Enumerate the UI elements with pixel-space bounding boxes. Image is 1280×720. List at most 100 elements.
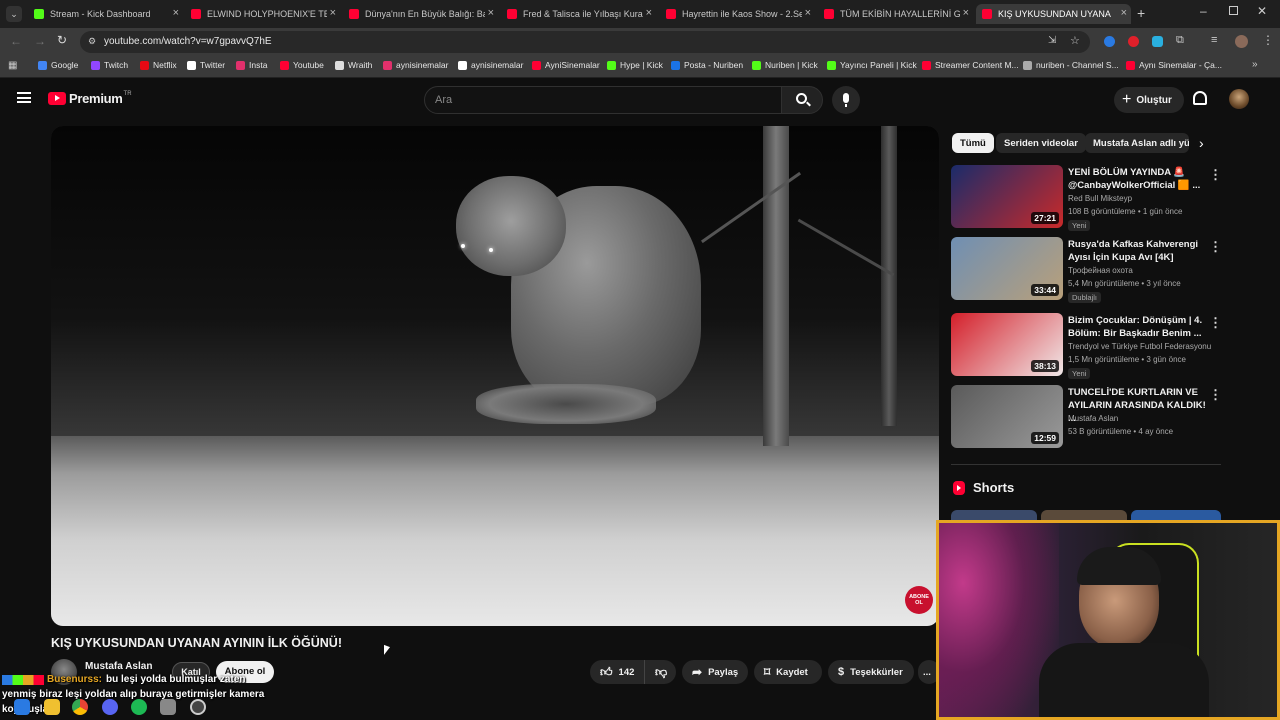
close-tab-icon[interactable]: × [963, 7, 969, 19]
extension-icon-2[interactable] [1128, 36, 1139, 47]
bookmark-item[interactable]: Youtube [280, 60, 324, 70]
hamburger-menu-icon[interactable] [17, 92, 31, 103]
video-thumbnail[interactable]: 33:44 [951, 237, 1063, 300]
browser-tab[interactable]: Fred & Talisca ile Yılbaşı Kurab × [501, 4, 656, 24]
browser-tab[interactable]: Stream - Kick Dashboard × [28, 4, 183, 24]
video-player[interactable]: ABONE OL [51, 126, 939, 626]
minimize-icon[interactable]: – [1200, 4, 1207, 18]
bookmark-favicon-icon [827, 60, 836, 70]
browser-tab[interactable]: Dünya'nın En Büyük Balığı: Bal × [343, 4, 498, 24]
close-tab-icon[interactable]: × [805, 7, 811, 19]
bookmark-item[interactable]: aynisinemalar [458, 60, 523, 70]
back-icon[interactable]: ← [10, 34, 22, 48]
bookmark-item[interactable]: Hype | Kick [607, 60, 663, 70]
extension-icon-3[interactable] [1152, 36, 1163, 47]
bookmark-item[interactable]: Posta - Nuriben [671, 60, 743, 70]
windows-start-icon[interactable] [14, 699, 30, 715]
profile-avatar-icon[interactable] [1235, 35, 1248, 48]
bookmark-item[interactable]: Aynı Sinemalar - Ça... [1126, 60, 1222, 70]
abone-ol-watermark[interactable]: ABONE OL [905, 586, 933, 614]
extensions-puzzle-icon[interactable]: ⧉ [1176, 34, 1184, 47]
spotify-icon[interactable] [131, 699, 147, 715]
bookmark-item[interactable]: AyniSinemalar [532, 60, 600, 70]
more-bookmarks-icon[interactable]: » [1252, 59, 1258, 70]
browser-tab[interactable]: Hayrettin ile Kaos Show - 2.Sez × [660, 4, 815, 24]
thanks-button[interactable]: $ Teşekkürler [828, 660, 914, 684]
save-button[interactable]: ⌑ Kaydet [754, 660, 822, 684]
browser-tab[interactable]: TÜM EKİBİN HAYALLERİNİ GER × [818, 4, 973, 24]
voice-search-button[interactable] [832, 86, 860, 114]
close-tab-icon[interactable]: × [173, 7, 179, 19]
watermark-text: ABONE OL [909, 594, 929, 606]
maximize-icon[interactable] [1229, 6, 1238, 15]
bookmark-star-icon[interactable]: ☆ [1070, 34, 1080, 47]
more-options-icon[interactable]: ⋮ [1209, 239, 1222, 255]
account-avatar[interactable] [1229, 89, 1249, 109]
video-card-channel[interactable]: Mustafa Aslan [1068, 414, 1118, 423]
install-icon[interactable]: ⇲ [1048, 35, 1056, 46]
video-card-channel[interactable]: Red Bull Miksteyp [1068, 194, 1132, 203]
browser-tab[interactable]: KIŞ UYKUSUNDAN UYANA × [976, 4, 1131, 24]
close-tab-icon[interactable]: × [1121, 7, 1127, 19]
close-tab-icon[interactable]: × [330, 7, 336, 19]
bookmark-item[interactable]: aynisinemalar [383, 60, 448, 70]
close-window-icon[interactable]: ✕ [1257, 4, 1267, 18]
obs-icon[interactable] [190, 699, 206, 715]
channel-name[interactable]: Mustafa Aslan [85, 661, 152, 672]
bookmark-item[interactable]: Google [38, 60, 78, 70]
browser-tab[interactable]: ELWIND HOLYPHOENIX'E TEK A× [185, 4, 340, 24]
close-tab-icon[interactable]: × [646, 7, 652, 19]
media-controls-icon[interactable]: ≡ [1211, 34, 1217, 46]
chrome-icon[interactable] [72, 699, 88, 715]
like-button[interactable]: 👍︎ 142 [590, 660, 644, 684]
video-card-channel[interactable]: Трофейная охота [1068, 266, 1133, 275]
recommended-video-card[interactable]: 12:59 TUNCELİ'DE KURTLARIN VE AYILARIN AR… [951, 385, 1222, 451]
url-field[interactable]: ⚙ youtube.com/watch?v=w7gpavvQ7hE ⇲ ☆ [80, 31, 1090, 53]
filter-chip-series[interactable]: Seriden videolar [996, 133, 1086, 153]
new-tab-button[interactable]: + [1137, 5, 1145, 21]
extension-icon-1[interactable] [1104, 36, 1115, 47]
bookmark-item[interactable]: Nuriben | Kick [752, 60, 818, 70]
search-button[interactable] [781, 86, 823, 114]
notifications-bell-icon[interactable] [1193, 91, 1207, 105]
video-thumbnail[interactable]: 38:13 [951, 313, 1063, 376]
more-options-icon[interactable]: ⋮ [1209, 315, 1222, 331]
create-button[interactable]: + Oluştur [1114, 87, 1184, 113]
forward-icon[interactable]: → [34, 34, 46, 48]
video-thumbnail[interactable]: 12:59 [951, 385, 1063, 448]
filter-chip-all[interactable]: Tümü [952, 133, 994, 153]
video-card-title[interactable]: YENİ BÖLÜM YAYINDA 🚨 @CanbayWolkerOffici… [1068, 166, 1208, 192]
bookmark-item[interactable]: Netflix [140, 60, 177, 70]
video-thumbnail[interactable]: 27:21 [951, 165, 1063, 228]
filter-chip-channel[interactable]: Mustafa Aslan adlı yü [1085, 133, 1189, 153]
more-options-icon[interactable]: ⋮ [1209, 387, 1222, 403]
bookmark-item[interactable]: nuriben - Channel S... [1023, 60, 1119, 70]
more-options-icon[interactable]: ⋮ [1209, 167, 1222, 183]
share-button[interactable]: ➦ Paylaş [682, 660, 748, 684]
file-explorer-icon[interactable] [44, 699, 60, 715]
tab-list-icon[interactable]: ⌄ [6, 6, 22, 22]
dislike-button[interactable]: 👎︎ [644, 660, 676, 684]
bookmark-item[interactable]: Insta [236, 60, 267, 70]
recommended-video-card[interactable]: 38:13 Bizim Çocuklar: Dönüşüm | 4. Bölüm:… [951, 313, 1222, 379]
youtube-logo[interactable]: Premium TR [48, 91, 132, 106]
bookmark-item[interactable]: Wraith [335, 60, 372, 70]
video-card-channel[interactable]: Trendyol ve Türkiye Futbol Federasyonu [1068, 342, 1211, 351]
bookmark-item[interactable]: Twitter [187, 60, 225, 70]
apps-grid-icon[interactable]: ▦ [8, 60, 17, 71]
recommended-video-card[interactable]: 27:21 YENİ BÖLÜM YAYINDA 🚨 @CanbayWolkerO… [951, 165, 1222, 231]
close-tab-icon[interactable]: × [488, 7, 494, 19]
reload-icon[interactable]: ↻ [57, 33, 67, 47]
bookmark-item[interactable]: Twitch [91, 60, 128, 70]
browser-menu-icon[interactable]: ⋮ [1262, 33, 1274, 47]
video-card-title[interactable]: Bizim Çocuklar: Dönüşüm | 4. Bölüm: Bir … [1068, 314, 1208, 340]
video-card-title[interactable]: Rusya'da Kafkas Kahverengi Ayısı İçin Ku… [1068, 238, 1208, 264]
discord-icon[interactable] [102, 699, 118, 715]
search-input[interactable]: Ara [424, 86, 782, 114]
bookmark-item[interactable]: Streamer Content M... [922, 60, 1019, 70]
bookmark-item[interactable]: Yayıncı Paneli | Kick [827, 60, 917, 70]
recommended-video-card[interactable]: 33:44 Rusya'da Kafkas Kahverengi Ayısı İç… [951, 237, 1222, 303]
site-info-icon[interactable]: ⚙ [88, 36, 96, 47]
app-icon[interactable] [160, 699, 176, 715]
chevron-right-icon[interactable]: › [1199, 135, 1204, 151]
